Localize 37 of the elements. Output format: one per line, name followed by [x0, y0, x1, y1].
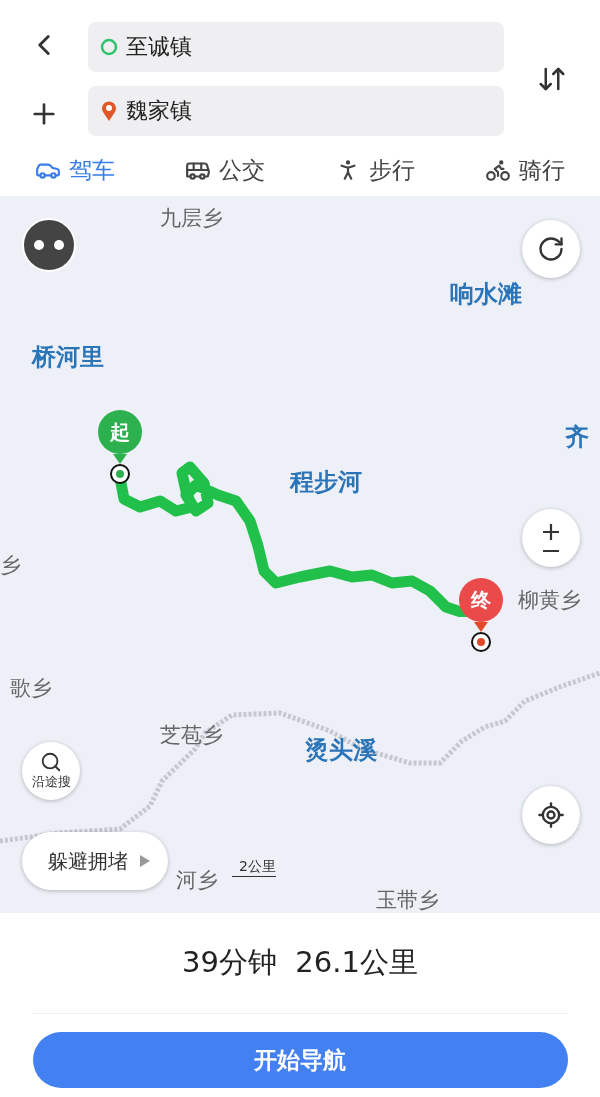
mode-tab[interactable]: 步行	[329, 153, 421, 187]
search-icon	[40, 751, 62, 773]
route-summary: 39分钟 26.1公里	[32, 913, 568, 1014]
search-along-button[interactable]: 沿途搜	[22, 742, 80, 800]
bike-icon	[485, 157, 511, 183]
start-navigation-button[interactable]: 开始导航	[32, 1032, 568, 1088]
circle-icon	[100, 38, 118, 56]
more-button[interactable]	[22, 218, 76, 272]
plus-minus-icon	[541, 523, 561, 553]
map-label: 柳黄乡	[518, 587, 581, 614]
map-label: 乡	[0, 552, 21, 579]
mode-tab[interactable]: 骑行	[479, 153, 571, 187]
scale-bar: 2公里	[232, 858, 276, 877]
avoid-congestion-button[interactable]: 躲避拥堵	[22, 832, 168, 890]
map-label: 歌乡	[10, 675, 52, 702]
refresh-icon	[537, 235, 565, 263]
play-icon	[140, 855, 150, 867]
destination-field[interactable]: 魏家镇	[88, 86, 504, 136]
map-label: 桥河里	[32, 342, 104, 373]
map-label: 河乡	[176, 867, 218, 894]
locate-icon	[537, 801, 565, 829]
map-label: 齐	[565, 422, 589, 453]
map-label: 响水滩	[450, 279, 522, 310]
locate-button[interactable]	[522, 786, 580, 844]
origin-field[interactable]: 至诚镇	[88, 22, 504, 72]
map-label: 九层乡	[160, 205, 223, 232]
zoom-button[interactable]	[522, 509, 580, 567]
pin-icon	[100, 100, 118, 122]
end-marker: 终	[459, 578, 503, 622]
map-label: 烫头溪	[305, 735, 377, 766]
map-label: 玉带乡	[376, 887, 439, 913]
mode-tab[interactable]: 驾车	[29, 153, 121, 187]
refresh-button[interactable]	[522, 220, 580, 278]
start-marker: 起	[98, 410, 142, 454]
mode-tab[interactable]: 公交	[179, 153, 271, 187]
map-label: 程步河	[290, 467, 362, 498]
map-label: 芝苞乡	[160, 722, 223, 749]
